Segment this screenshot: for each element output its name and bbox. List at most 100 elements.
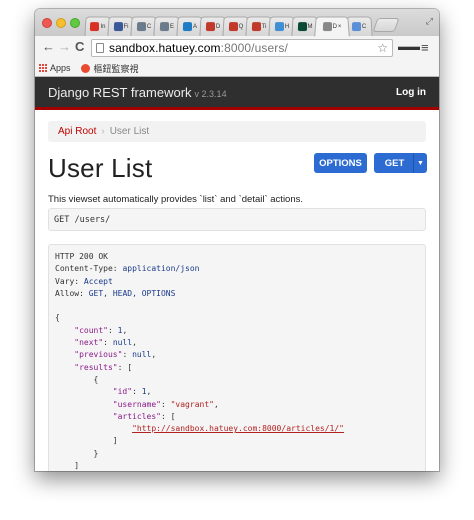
brand-name: Django REST framework xyxy=(48,84,192,100)
view-description: This viewset automatically provides `lis… xyxy=(48,194,304,205)
json-value: null xyxy=(112,338,133,348)
page-content: Django REST framework v 2.3.14 Log in Api… xyxy=(35,77,439,471)
drive-icon xyxy=(351,22,361,32)
json-key: "id" xyxy=(112,387,133,397)
json-key: "articles" xyxy=(112,411,161,421)
django-icon xyxy=(297,22,307,32)
browser-tab-label: D xyxy=(332,23,337,30)
back-arrow-icon[interactable]: ← xyxy=(42,40,55,54)
header-key: Content-Type xyxy=(55,264,113,274)
browser-tab-label: E xyxy=(169,23,175,30)
browser-tab-label: H xyxy=(284,23,290,30)
browser-tab-label: A xyxy=(192,23,198,30)
browser-tab-label: C xyxy=(361,23,367,30)
json-brace: } xyxy=(93,448,99,458)
json-key: "next" xyxy=(74,338,104,348)
response-status: HTTP 200 OK xyxy=(55,252,108,261)
url-text[interactable]: sandbox.hatuey.com:8000/users/ xyxy=(109,41,288,55)
browser-tab-label: Q xyxy=(238,23,244,30)
version-label: v 2.3.14 xyxy=(194,88,227,99)
breadcrumb: Api Root › User List xyxy=(48,121,426,142)
header-key: Allow xyxy=(55,288,80,298)
json-key: "previous" xyxy=(74,350,123,360)
pin-icon xyxy=(251,22,261,32)
json-bracket: [ xyxy=(127,362,133,372)
close-window-button[interactable] xyxy=(42,18,52,28)
caret-down-icon[interactable]: ▼ xyxy=(413,153,427,173)
header-value: application/json xyxy=(122,264,200,274)
forward-arrow-icon[interactable]: → xyxy=(58,40,71,54)
page-icon xyxy=(322,22,332,32)
fullscreen-icon[interactable]: ⤢ xyxy=(426,16,433,27)
pin-icon xyxy=(205,22,215,32)
extension-glasses-icon[interactable]: ▬▬ xyxy=(398,41,420,53)
get-button-label: GET xyxy=(384,157,405,169)
browser-tab-label: M xyxy=(307,23,313,30)
json-value: "vagrant" xyxy=(170,399,214,409)
bookmark-apps-label: Apps xyxy=(50,63,71,73)
close-tab-icon[interactable]: × xyxy=(338,24,342,30)
main-content: Api Root › User List User List OPTIONS G… xyxy=(35,121,439,471)
bookmarks-bar: Apps 樞鈕監察視 xyxy=(35,60,439,77)
brand-link[interactable]: Django REST framework v 2.3.14 xyxy=(48,85,227,100)
options-button[interactable]: OPTIONS xyxy=(314,153,367,173)
request-info: GET /users/ xyxy=(48,208,426,231)
browser-tab-label: Ti xyxy=(261,23,267,30)
reload-icon[interactable]: C xyxy=(75,40,84,54)
browser-tab-label: Fi xyxy=(123,23,129,30)
json-key: "results" xyxy=(74,362,118,372)
bookmark-apps[interactable]: Apps xyxy=(39,63,71,73)
bookmark-item-label: 樞鈕監察視 xyxy=(93,63,139,74)
breadcrumb-current: User List xyxy=(109,126,150,137)
image-icon xyxy=(136,22,146,32)
maximize-window-button[interactable] xyxy=(70,18,80,28)
facebook-icon xyxy=(113,22,123,32)
json-brace: { xyxy=(55,313,60,323)
image-icon xyxy=(159,22,170,32)
breadcrumb-api-root[interactable]: Api Root xyxy=(58,126,96,137)
hamburger-menu-icon[interactable]: ≡ xyxy=(421,40,429,55)
bookmark-favicon-icon xyxy=(80,63,90,73)
browser-tab-label: C xyxy=(146,23,152,30)
browser-tab-label: D xyxy=(215,23,221,30)
breadcrumb-separator: › xyxy=(101,126,105,137)
url-host: sandbox.hatuey.com xyxy=(109,41,221,55)
tab-strip: In Fi C E A D Q Ti H M D × C ⤢ xyxy=(35,9,439,37)
header-value: Accept xyxy=(83,276,113,286)
grid-icon xyxy=(274,22,284,32)
title-row: User List OPTIONS GET ▼ xyxy=(48,142,427,194)
json-key: "count" xyxy=(74,325,108,335)
browser-window: In Fi C E A D Q Ti H M D × C ⤢ ← → C sandbox.hatuey.… xyxy=(35,9,439,471)
address-bar[interactable]: sandbox.hatuey.com:8000/users/ ☆ xyxy=(91,39,393,57)
header-value: GET, HEAD, OPTIONS xyxy=(88,288,176,298)
pin-icon xyxy=(228,22,238,32)
new-tab-button[interactable] xyxy=(372,18,400,32)
json-bracket: [ xyxy=(170,411,176,421)
page-title: User List xyxy=(48,153,153,183)
browser-toolbar: ← → C sandbox.hatuey.com:8000/users/ ☆ ▬… xyxy=(35,36,439,60)
json-brace: { xyxy=(93,374,99,384)
article-link[interactable]: "http://sandbox.hatuey.com:8000/articles… xyxy=(132,424,344,433)
json-bracket: ] xyxy=(112,436,118,446)
browser-tabs: In Fi C E A D Q Ti H M D × C xyxy=(84,13,400,37)
header-key: Vary xyxy=(55,276,75,286)
json-value: 1 xyxy=(117,325,123,335)
apps-grid-icon xyxy=(39,64,47,72)
minimize-window-button[interactable] xyxy=(56,18,66,28)
url-path: :8000/users/ xyxy=(220,41,288,55)
gmail-icon xyxy=(90,22,100,32)
browser-tab-label: In xyxy=(100,23,106,30)
json-bracket: ] xyxy=(74,461,80,471)
bookmark-item[interactable]: 樞鈕監察視 xyxy=(80,62,139,75)
json-value: 1 xyxy=(141,387,147,397)
response-info: HTTP 200 OK Content-Type: application/js… xyxy=(48,244,426,471)
json-key: "username" xyxy=(112,399,161,409)
trello-icon xyxy=(182,22,193,32)
page-icon xyxy=(96,43,104,53)
site-navbar: Django REST framework v 2.3.14 Log in xyxy=(35,77,439,110)
bookmark-star-icon[interactable]: ☆ xyxy=(377,41,388,55)
json-value: null xyxy=(132,350,152,360)
login-link[interactable]: Log in xyxy=(396,87,426,98)
get-button[interactable]: GET ▼ xyxy=(374,153,427,173)
browser-tab[interactable]: D × xyxy=(314,16,350,37)
